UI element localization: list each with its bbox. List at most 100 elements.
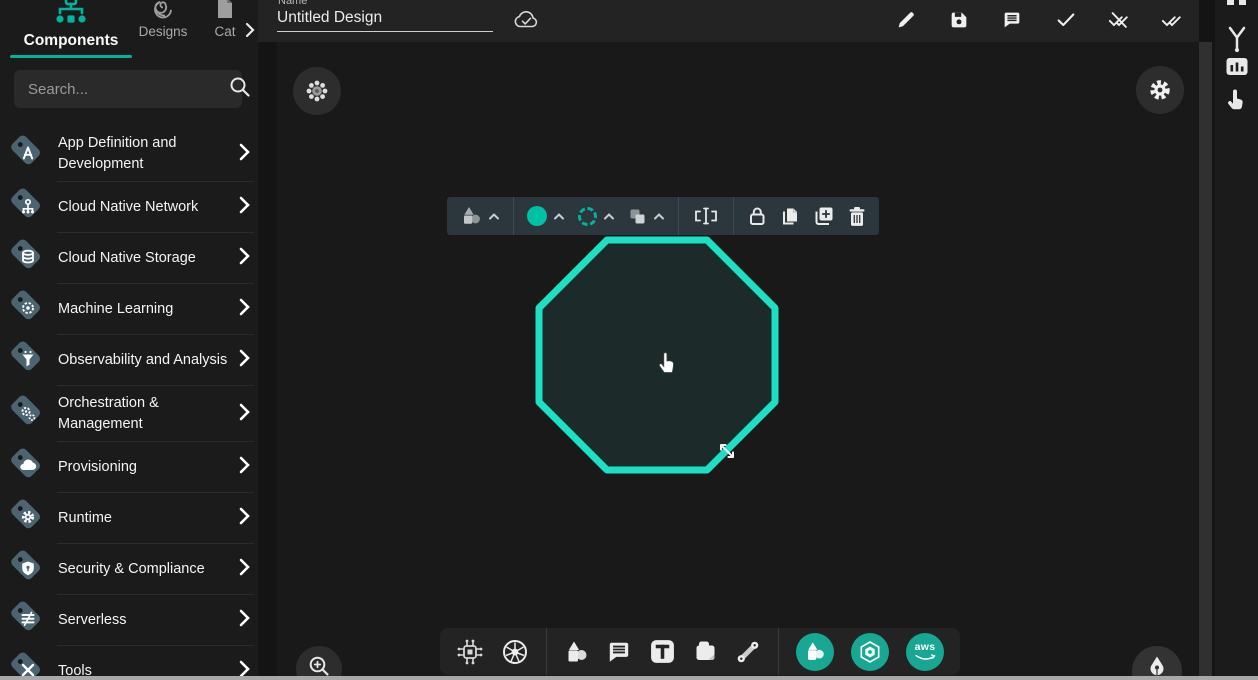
sidebar-item-runtime[interactable]: Runtime bbox=[0, 493, 258, 544]
design-header: Name bbox=[258, 0, 1199, 42]
chart-panel-icon[interactable] bbox=[1215, 56, 1258, 78]
right-rail bbox=[1215, 0, 1258, 680]
toolbar-divider bbox=[778, 628, 779, 675]
circuit-icon[interactable] bbox=[456, 638, 484, 666]
name-field-label: Name bbox=[278, 0, 307, 7]
kubernetes-icon[interactable] bbox=[501, 638, 529, 666]
aws-provider-icon[interactable]: aws bbox=[906, 633, 944, 671]
design-name-input[interactable] bbox=[277, 8, 493, 32]
catalog-icon bbox=[206, 0, 244, 24]
canvas-scrollbar[interactable] bbox=[1199, 42, 1212, 680]
chevron-right-icon bbox=[239, 349, 250, 372]
sidebar-item-machine-learning[interactable]: Machine Learning bbox=[0, 284, 258, 335]
shape-context-toolbar bbox=[447, 197, 879, 235]
rename-icon[interactable] bbox=[692, 206, 720, 226]
tab-components[interactable]: Components bbox=[10, 0, 132, 58]
sidebar-item-cloud-native-storage[interactable]: Cloud Native Storage bbox=[0, 233, 258, 284]
merge-y-icon[interactable] bbox=[1215, 26, 1258, 54]
resize-handle-icon[interactable] bbox=[716, 440, 738, 462]
lock-icon[interactable] bbox=[747, 205, 767, 227]
runtime-tag-icon bbox=[5, 494, 49, 543]
sidebar-tabs: Components Designs Cat bbox=[0, 0, 258, 58]
serverless-tag-icon bbox=[5, 596, 49, 645]
check-icon[interactable] bbox=[1053, 7, 1079, 33]
chevron-right-icon bbox=[239, 403, 250, 426]
designs-icon bbox=[133, 0, 193, 24]
hexagon-provider-icon[interactable] bbox=[851, 633, 889, 671]
toolbar-divider bbox=[513, 197, 514, 235]
duplicate-icon[interactable] bbox=[780, 205, 800, 227]
sidebar-item-serverless[interactable]: Serverless bbox=[0, 595, 258, 646]
comment-icon[interactable] bbox=[999, 7, 1025, 33]
sidebar-item-observability[interactable]: Observability and Analysis bbox=[0, 335, 258, 386]
orchestration-tag-icon bbox=[5, 390, 49, 439]
search-input[interactable] bbox=[26, 80, 229, 99]
hand-cursor-icon bbox=[655, 348, 677, 374]
sidebar-item-provisioning[interactable]: Provisioning bbox=[0, 442, 258, 493]
chevron-up-icon bbox=[553, 212, 565, 220]
edit-icon[interactable] bbox=[893, 7, 919, 33]
sidebar-item-security[interactable]: Security & Compliance bbox=[0, 544, 258, 595]
double-check-crossed-icon[interactable] bbox=[1106, 7, 1132, 33]
touch-icon[interactable] bbox=[1215, 87, 1258, 113]
machine-learning-tag-icon bbox=[5, 285, 49, 334]
search-icon[interactable] bbox=[229, 76, 251, 103]
sidebar-item-app-definition[interactable]: App Definition and Development bbox=[0, 126, 258, 182]
chevron-right-icon bbox=[239, 298, 250, 321]
chevron-right-icon bbox=[239, 143, 250, 166]
canvas-bottom-toolbar: aws bbox=[440, 628, 960, 675]
comment-icon[interactable] bbox=[606, 639, 632, 665]
pen-nib-icon[interactable] bbox=[1132, 646, 1182, 677]
components-sidebar: Components Designs Cat App Defini bbox=[0, 0, 258, 680]
chevron-right-icon bbox=[239, 247, 250, 270]
sidebar-item-cloud-native-network[interactable]: Cloud Native Network bbox=[0, 182, 258, 233]
arrange-icon[interactable] bbox=[628, 207, 665, 226]
tab-scroll-right-icon[interactable] bbox=[245, 22, 255, 43]
delete-icon[interactable] bbox=[848, 206, 866, 227]
chevron-right-icon bbox=[239, 196, 250, 219]
chevron-right-icon bbox=[239, 456, 250, 479]
zoom-in-icon[interactable] bbox=[296, 646, 342, 677]
sidebar-item-tools[interactable]: Tools bbox=[0, 646, 258, 680]
shapes-provider-icon[interactable] bbox=[796, 633, 834, 671]
category-list: App Definition and Development Cloud Nat… bbox=[0, 126, 258, 680]
tab-catalog[interactable]: Cat bbox=[206, 0, 244, 39]
observability-tag-icon bbox=[5, 336, 49, 385]
stroke-style-icon[interactable] bbox=[578, 207, 615, 226]
add-to-board-icon[interactable] bbox=[813, 205, 835, 227]
chevron-right-icon bbox=[239, 558, 250, 581]
cloud-native-storage-tag-icon bbox=[5, 234, 49, 283]
double-check-icon[interactable] bbox=[1159, 7, 1185, 33]
shapes-menu-icon[interactable] bbox=[460, 206, 500, 226]
provisioning-tag-icon bbox=[5, 443, 49, 492]
aws-label: aws bbox=[906, 641, 944, 653]
tab-designs-label: Designs bbox=[133, 24, 193, 39]
window-bottom-edge bbox=[0, 676, 1258, 680]
text-icon[interactable] bbox=[649, 638, 676, 665]
active-tab-underline bbox=[10, 55, 132, 58]
tab-components-label: Components bbox=[10, 32, 132, 50]
toolbar-divider bbox=[678, 197, 679, 235]
toolbar-divider bbox=[546, 628, 547, 675]
header-actions bbox=[893, 5, 1185, 35]
security-tag-icon bbox=[5, 545, 49, 594]
chevron-up-icon bbox=[603, 212, 615, 220]
components-icon bbox=[10, 0, 132, 30]
app-definition-tag-icon bbox=[5, 130, 49, 179]
design-canvas[interactable]: aws bbox=[277, 42, 1199, 677]
asterisk-gear-icon[interactable] bbox=[293, 67, 341, 115]
link-icon[interactable] bbox=[735, 639, 761, 665]
tab-designs[interactable]: Designs bbox=[133, 0, 193, 39]
note-icon[interactable] bbox=[693, 640, 718, 664]
cloud-native-network-tag-icon bbox=[5, 183, 49, 232]
chevron-up-icon bbox=[653, 212, 665, 220]
component-search bbox=[14, 70, 242, 108]
save-icon[interactable] bbox=[946, 7, 972, 33]
chevron-right-icon bbox=[239, 507, 250, 530]
panel-partial-icon[interactable] bbox=[1215, 0, 1258, 7]
sidebar-item-orchestration[interactable]: Orchestration & Management bbox=[0, 386, 258, 442]
gear-icon[interactable] bbox=[1136, 66, 1184, 114]
tab-catalog-label: Cat bbox=[206, 24, 244, 39]
fill-color-icon[interactable] bbox=[527, 206, 565, 226]
shapes-icon[interactable] bbox=[564, 640, 589, 664]
